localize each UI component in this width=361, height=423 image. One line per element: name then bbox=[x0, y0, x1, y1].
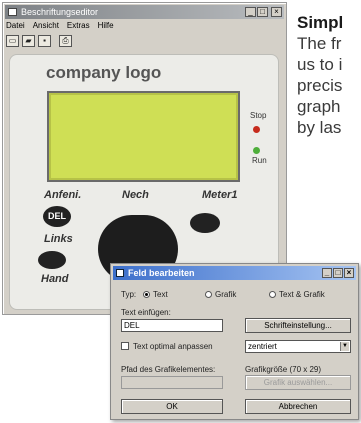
dialog-close-button[interactable]: × bbox=[344, 268, 354, 278]
new-file-icon[interactable]: ▭ bbox=[6, 35, 19, 47]
radio-text-label: Text bbox=[153, 290, 168, 299]
dialog-icon bbox=[116, 269, 124, 277]
menu-ansicht[interactable]: Ansicht bbox=[33, 21, 59, 33]
font-settings-button[interactable]: Schrifteinstellung... bbox=[245, 318, 351, 333]
maximize-button[interactable]: □ bbox=[257, 7, 268, 17]
key-label-nech: Nech bbox=[122, 189, 149, 201]
article-line: precis bbox=[297, 76, 343, 95]
menu-extras[interactable]: Extras bbox=[67, 21, 90, 33]
article-text: Simpl The fr us to i precis graph by las bbox=[297, 12, 361, 138]
run-led bbox=[253, 147, 260, 154]
editor-title: Beschriftungseditor bbox=[21, 7, 99, 17]
choose-graphic-button: Grafik auswählen... bbox=[245, 375, 351, 390]
alignment-value: zentriert bbox=[248, 342, 277, 351]
lcd-display bbox=[47, 91, 240, 182]
open-folder-icon[interactable]: ▰ bbox=[22, 35, 35, 47]
edit-field-dialog: Feld bearbeiten _ □ × Typ: Text Grafik T… bbox=[110, 263, 359, 420]
print-icon[interactable]: ⎙ bbox=[59, 35, 72, 47]
article-heading: Simpl bbox=[297, 13, 344, 32]
radio-text-grafik-label: Text & Grafik bbox=[279, 290, 325, 299]
run-label: Run bbox=[252, 156, 267, 165]
menu-hilfe[interactable]: Hilfe bbox=[98, 21, 114, 33]
menu-datei[interactable]: Datei bbox=[6, 21, 25, 33]
key-label-hand: Hand bbox=[41, 273, 69, 285]
text-input[interactable]: DEL bbox=[121, 319, 223, 332]
minimize-button[interactable]: _ bbox=[245, 7, 256, 17]
typ-label: Typ: bbox=[121, 290, 137, 299]
dialog-title: Feld bearbeiten bbox=[128, 268, 195, 278]
key-label-meter1: Meter1 bbox=[202, 189, 238, 201]
menubar: Datei Ansicht Extras Hilfe bbox=[6, 21, 114, 33]
radio-text[interactable] bbox=[143, 291, 150, 298]
toolbar: ▭ ▰ ▪ ⎙ bbox=[6, 35, 72, 47]
key-label-anfeni: Anfeni. bbox=[44, 189, 82, 201]
radio-grafik[interactable] bbox=[205, 291, 212, 298]
key-label-links: Links bbox=[44, 233, 73, 245]
cancel-button[interactable]: Abbrechen bbox=[245, 399, 351, 414]
chevron-down-icon[interactable]: ▼ bbox=[340, 342, 349, 351]
company-logo[interactable]: company logo bbox=[46, 63, 161, 83]
text-insert-label: Text einfügen: bbox=[121, 308, 171, 317]
stop-led bbox=[253, 126, 260, 133]
close-button[interactable]: × bbox=[271, 7, 282, 17]
radio-grafik-label: Grafik bbox=[215, 290, 237, 299]
app-icon bbox=[8, 8, 17, 16]
dialog-minimize-button[interactable]: _ bbox=[322, 268, 332, 278]
alignment-select[interactable]: zentriert ▼ bbox=[245, 340, 351, 353]
graphic-size-label: Grafikgröße (70 x 29) bbox=[245, 365, 322, 374]
save-icon[interactable]: ▪ bbox=[38, 35, 51, 47]
dialog-titlebar[interactable]: Feld bearbeiten _ □ × bbox=[113, 266, 356, 280]
article-line: graph bbox=[297, 97, 341, 116]
optimal-fit-label: Text optimal anpassen bbox=[133, 342, 213, 351]
dialog-maximize-button[interactable]: □ bbox=[333, 268, 343, 278]
graphic-path-label: Pfad des Grafikelementes: bbox=[121, 365, 216, 374]
optimal-fit-checkbox[interactable] bbox=[121, 342, 129, 350]
ok-button[interactable]: OK bbox=[121, 399, 223, 414]
stop-label: Stop bbox=[250, 111, 267, 120]
graphic-path-input bbox=[121, 376, 223, 389]
article-line: The fr bbox=[297, 34, 342, 53]
del-key[interactable]: DEL bbox=[43, 206, 71, 227]
article-line: us to i bbox=[297, 55, 343, 74]
bottom-key[interactable] bbox=[38, 251, 66, 269]
right-key[interactable] bbox=[190, 213, 220, 233]
editor-titlebar[interactable]: Beschriftungseditor _ □ × bbox=[5, 5, 284, 19]
article-line: by las bbox=[297, 118, 342, 137]
radio-text-grafik[interactable] bbox=[269, 291, 276, 298]
